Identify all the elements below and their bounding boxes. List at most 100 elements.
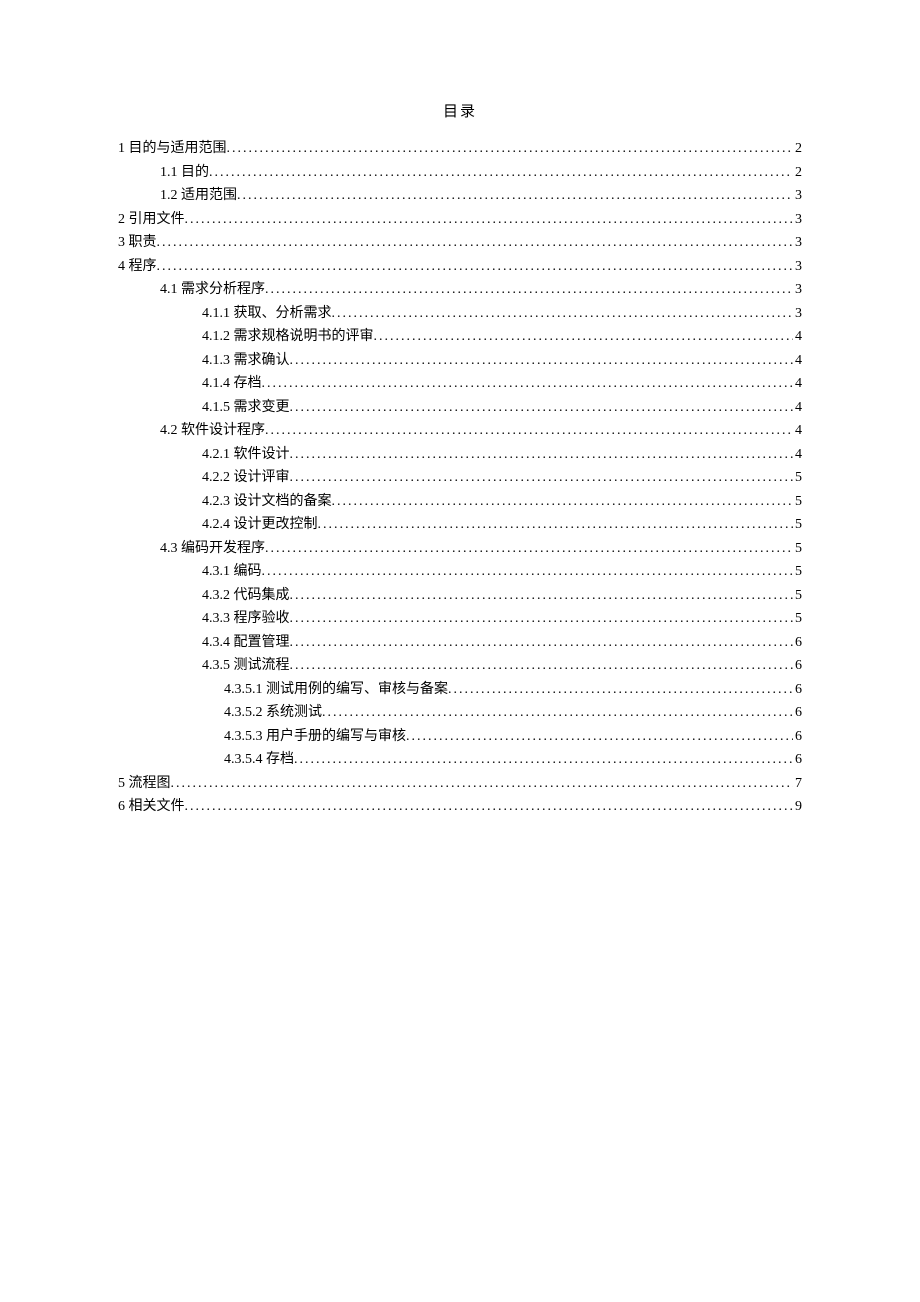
toc-entry[interactable]: 4.3.5.1 测试用例的编写、审核与备案 6 (118, 678, 802, 702)
toc-entry-label: 4.1.3 需求确认 (202, 349, 290, 373)
toc-entry-leader (406, 725, 793, 749)
toc-entry-label: 3 职责 (118, 231, 157, 255)
toc-entry-label: 4.3 编码开发程序 (160, 537, 265, 561)
toc-entry-page: 4 (793, 349, 802, 373)
toc-entry-label: 4.1.4 存档 (202, 372, 262, 396)
toc-entry[interactable]: 4.3.3 程序验收 5 (118, 607, 802, 631)
toc-entry-leader (448, 678, 793, 702)
toc-entry[interactable]: 4.3.4 配置管理 6 (118, 631, 802, 655)
toc-entry-leader (332, 302, 794, 326)
toc-entry-label: 4.2.2 设计评审 (202, 466, 290, 490)
toc-entry-page: 5 (793, 537, 802, 561)
toc-entry-page: 6 (793, 654, 802, 678)
toc-entry[interactable]: 4.1.2 需求规格说明书的评审 4 (118, 325, 802, 349)
toc-entry-leader (157, 231, 794, 255)
toc-entry-leader (290, 631, 794, 655)
toc-entry-page: 4 (793, 325, 802, 349)
toc-entry-label: 4.3.5 测试流程 (202, 654, 290, 678)
toc-entry-label: 5 流程图 (118, 772, 171, 796)
toc-entry-leader (227, 137, 794, 161)
toc-entry-leader (185, 208, 794, 232)
toc-entry[interactable]: 4.1 需求分析程序 3 (118, 278, 802, 302)
toc-entry[interactable]: 4.3.5 测试流程 6 (118, 654, 802, 678)
toc-entry-page: 3 (793, 278, 802, 302)
toc-entry[interactable]: 1.2 适用范围3 (118, 184, 802, 208)
toc-entry[interactable]: 4.1.4 存档 4 (118, 372, 802, 396)
toc-entry[interactable]: 4.1.5 需求变更 4 (118, 396, 802, 420)
toc-entry-leader (290, 466, 794, 490)
toc-entry[interactable]: 4.3 编码开发程序 5 (118, 537, 802, 561)
toc-entry-page: 2 (793, 137, 802, 161)
toc-entry-page: 4 (793, 443, 802, 467)
toc-entry-leader (374, 325, 794, 349)
toc-entry-leader (209, 161, 793, 185)
toc-entry-page: 6 (793, 678, 802, 702)
toc-entry-leader (290, 396, 794, 420)
toc-entry[interactable]: 4.2.2 设计评审 5 (118, 466, 802, 490)
toc-entry-label: 1.2 适用范围 (160, 184, 237, 208)
toc-entry-label: 4.3.5.3 用户手册的编写与审核 (224, 725, 406, 749)
toc-entry[interactable]: 1 目的与适用范围2 (118, 137, 802, 161)
toc-entry-page: 5 (793, 607, 802, 631)
toc-entry-label: 4.3.5.2 系统测试 (224, 701, 322, 725)
toc-entry-label: 4.3.5.4 存档 (224, 748, 294, 772)
toc-entry[interactable]: 4.2.3 设计文档的备案5 (118, 490, 802, 514)
toc-entry-page: 6 (793, 725, 802, 749)
toc-entry-label: 6 相关文件 (118, 795, 185, 819)
toc-entry[interactable]: 4.2.1 软件设计 4 (118, 443, 802, 467)
toc-entry-page: 5 (793, 466, 802, 490)
toc-entry-leader (294, 748, 793, 772)
toc-entry-leader (262, 372, 794, 396)
toc-entry-page: 4 (793, 372, 802, 396)
toc-entry[interactable]: 3 职责 3 (118, 231, 802, 255)
toc-entry-page: 3 (793, 231, 802, 255)
toc-entry-leader (171, 772, 794, 796)
toc-entry-label: 4.2.1 软件设计 (202, 443, 290, 467)
toc-entry-leader (237, 184, 793, 208)
toc-entry[interactable]: 4.3.2 代码集成5 (118, 584, 802, 608)
toc-entry-leader (290, 607, 794, 631)
toc-entry-label: 4.2 软件设计程序 (160, 419, 265, 443)
toc-entry-label: 4.3.5.1 测试用例的编写、审核与备案 (224, 678, 448, 702)
toc-entry-page: 7 (793, 772, 802, 796)
toc-entry-page: 3 (793, 208, 802, 232)
toc-entry-label: 4.3.4 配置管理 (202, 631, 290, 655)
toc-entry-page: 6 (793, 631, 802, 655)
toc-entry[interactable]: 6 相关文件 9 (118, 795, 802, 819)
toc-entry-leader (290, 349, 794, 373)
toc-entry[interactable]: 4.1.1 获取、分析需求3 (118, 302, 802, 326)
toc-entry-page: 5 (793, 513, 802, 537)
toc-entry-label: 4.1.1 获取、分析需求 (202, 302, 332, 326)
toc-entry-page: 4 (793, 419, 802, 443)
toc-entry-label: 4.1.2 需求规格说明书的评审 (202, 325, 374, 349)
toc-entry-page: 5 (793, 490, 802, 514)
toc-entry-leader (265, 537, 793, 561)
toc-entry-label: 1.1 目的 (160, 161, 209, 185)
toc-entry[interactable]: 2 引用文件3 (118, 208, 802, 232)
toc-entry[interactable]: 5 流程图 7 (118, 772, 802, 796)
toc-entry-label: 4.3.1 编码 (202, 560, 262, 584)
toc-entry-page: 9 (793, 795, 802, 819)
toc-container: 1 目的与适用范围21.1 目的21.2 适用范围32 引用文件33 职责34 … (118, 137, 802, 819)
toc-entry[interactable]: 4.1.3 需求确认 4 (118, 349, 802, 373)
toc-entry[interactable]: 1.1 目的2 (118, 161, 802, 185)
toc-entry-page: 6 (793, 701, 802, 725)
toc-entry-label: 4.1 需求分析程序 (160, 278, 265, 302)
toc-entry[interactable]: 4.2.4 设计更改控制5 (118, 513, 802, 537)
toc-entry-page: 5 (793, 560, 802, 584)
toc-entry[interactable]: 4.3.5.2 系统测试 6 (118, 701, 802, 725)
toc-entry[interactable]: 4.3.1 编码 5 (118, 560, 802, 584)
toc-entry[interactable]: 4.3.5.3 用户手册的编写与审核 6 (118, 725, 802, 749)
toc-entry-label: 4.1.5 需求变更 (202, 396, 290, 420)
toc-entry-label: 4.3.2 代码集成 (202, 584, 290, 608)
toc-entry-leader (318, 513, 794, 537)
toc-entry[interactable]: 4.2 软件设计程序 4 (118, 419, 802, 443)
toc-entry-leader (265, 419, 793, 443)
toc-entry-leader (262, 560, 794, 584)
toc-entry-page: 4 (793, 396, 802, 420)
toc-entry[interactable]: 4.3.5.4 存档 6 (118, 748, 802, 772)
toc-entry-page: 6 (793, 748, 802, 772)
toc-entry-leader (290, 584, 794, 608)
toc-entry[interactable]: 4 程序3 (118, 255, 802, 279)
toc-entry-label: 4.3.3 程序验收 (202, 607, 290, 631)
